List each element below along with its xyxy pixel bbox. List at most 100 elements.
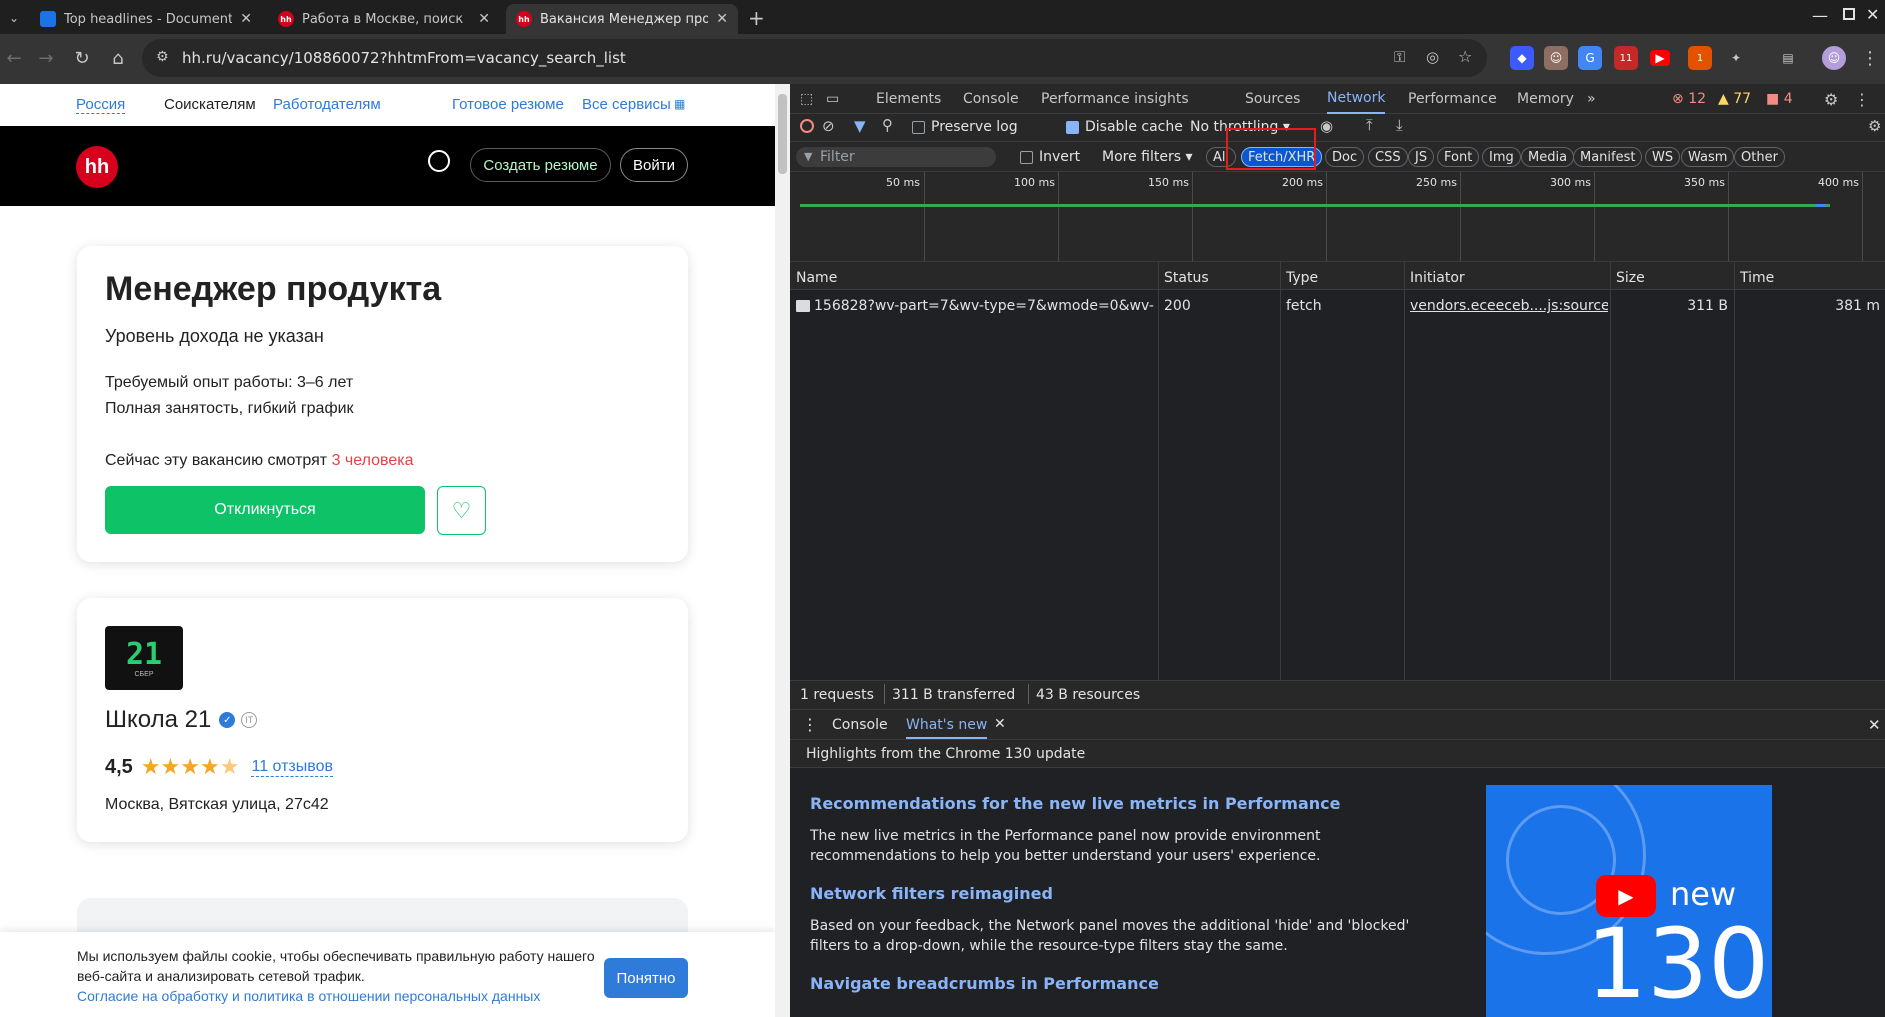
network-settings-icon[interactable]: ⚙ <box>1868 117 1881 135</box>
devtools-tab-elements[interactable]: Elements <box>876 84 941 114</box>
search-icon[interactable] <box>428 150 450 172</box>
devtools-tab-performance-insights[interactable]: Performance insights <box>1041 84 1189 114</box>
menu-dots-icon[interactable]: ⋮ <box>1858 46 1882 70</box>
all-services-link[interactable]: Все сервисы <box>582 96 671 113</box>
key-icon[interactable]: ⚿ <box>1394 48 1405 66</box>
devtools-tab-performance[interactable]: Performance <box>1408 84 1497 114</box>
maximize-icon[interactable] <box>1843 8 1855 20</box>
devtools-tab-console[interactable]: Console <box>963 84 1019 114</box>
type-filter-css[interactable]: CSS <box>1368 147 1408 167</box>
tab-2[interactable]: hh Работа в Москве, поиск ✕ <box>268 4 500 34</box>
minimize-icon[interactable]: — <box>1812 6 1828 25</box>
drawer-menu-icon[interactable]: ⋮ <box>802 715 818 734</box>
search-icon[interactable]: ⚲ <box>882 116 893 134</box>
puzzle-icon[interactable]: ✦ <box>1724 46 1748 70</box>
shield-extension-icon[interactable]: ◆ <box>1510 46 1534 70</box>
close-drawer-icon[interactable]: ✕ <box>1868 716 1881 734</box>
type-filter-js[interactable]: JS <box>1408 147 1435 167</box>
close-icon[interactable]: ✕ <box>240 11 252 27</box>
whats-new-item-title[interactable]: Recommendations for the new live metrics… <box>810 794 1340 813</box>
col-status[interactable]: Status <box>1164 270 1209 286</box>
type-filter-manifest[interactable]: Manifest <box>1573 147 1643 167</box>
company-name[interactable]: Школа 21 <box>105 706 211 734</box>
home-icon[interactable]: ⌂ <box>104 44 132 72</box>
site-settings-icon[interactable]: ⚙ <box>156 49 169 65</box>
col-name[interactable]: Name <box>796 270 837 286</box>
back-icon[interactable]: ← <box>0 44 28 72</box>
export-har-icon[interactable]: ⤓ <box>1396 116 1403 134</box>
close-tab-icon[interactable]: ✕ <box>994 716 1006 732</box>
apply-button[interactable]: Откликнуться <box>105 486 425 534</box>
col-initiator[interactable]: Initiator <box>1410 270 1465 286</box>
login-button[interactable]: Войти <box>620 148 688 182</box>
seekers-link[interactable]: Соискателям <box>164 96 256 113</box>
settings-gear-icon[interactable]: ⚙ <box>1824 84 1838 114</box>
devtools-tab-memory[interactable]: Memory <box>1517 84 1574 114</box>
cookie-accept-button[interactable]: Понятно <box>604 958 688 998</box>
col-type[interactable]: Type <box>1286 270 1318 286</box>
devtools-menu-icon[interactable]: ⋮ <box>1854 84 1870 114</box>
type-filter-doc[interactable]: Doc <box>1325 147 1365 167</box>
employers-link[interactable]: Работодателям <box>273 96 381 113</box>
mail-extension-icon[interactable]: 11 <box>1614 46 1638 70</box>
device-toolbar-icon[interactable]: ▭ <box>826 84 839 114</box>
devtools-tab-network[interactable]: Network <box>1327 84 1386 114</box>
record-stop-icon[interactable] <box>800 119 814 133</box>
reload-icon[interactable]: ↻ <box>68 44 96 72</box>
inspect-element-icon[interactable]: ⬚ <box>800 84 813 114</box>
type-filter-font[interactable]: Font <box>1437 147 1480 167</box>
type-filter-ws[interactable]: WS <box>1645 147 1681 167</box>
import-har-icon[interactable]: ⤒ <box>1366 116 1373 134</box>
ready-resume-link[interactable]: Готовое резюме <box>452 96 564 113</box>
filter-funnel-icon[interactable]: ▼ <box>854 117 866 135</box>
drawer-tab-whats-new[interactable]: What's new <box>906 717 988 739</box>
coin-extension-icon[interactable]: 1 <box>1688 46 1712 70</box>
extension-face-icon[interactable]: ☺ <box>1544 46 1568 70</box>
scroll-thumb[interactable] <box>778 94 787 174</box>
profile-avatar[interactable]: ☺ <box>1822 46 1846 70</box>
disable-cache-checkbox[interactable]: Disable cache <box>1066 119 1183 135</box>
more-tabs-icon[interactable]: » <box>1587 84 1596 114</box>
whats-new-item-title[interactable]: Navigate breadcrumbs in Performance <box>810 974 1159 993</box>
tab-search-icon[interactable]: ⌄ <box>4 8 24 28</box>
issues-count[interactable]: ■ 4 <box>1766 84 1793 114</box>
translate-icon[interactable]: G <box>1578 46 1602 70</box>
invert-checkbox[interactable]: Invert <box>1020 149 1080 165</box>
clear-icon[interactable]: ⊘ <box>822 117 835 135</box>
warning-count[interactable]: ▲ 77 <box>1718 84 1751 114</box>
reviews-link[interactable]: 11 отзывов <box>251 758 333 777</box>
close-window-icon[interactable]: ✕ <box>1866 5 1879 24</box>
hh-logo[interactable]: hh <box>76 146 118 188</box>
whats-new-item-title[interactable]: Network filters reimagined <box>810 884 1053 903</box>
close-icon[interactable]: ✕ <box>716 11 728 27</box>
devtools-tab-sources[interactable]: Sources <box>1245 84 1300 114</box>
network-conditions-icon[interactable]: ◉ <box>1320 117 1333 135</box>
preserve-log-checkbox[interactable]: Preserve log <box>912 119 1018 135</box>
tab-1[interactable]: Top headlines - Documenta ✕ <box>30 4 262 34</box>
page-scrollbar[interactable] <box>775 84 790 1017</box>
filter-input[interactable]: ▼ Filter <box>796 147 996 167</box>
type-filter-img[interactable]: Img <box>1482 147 1521 167</box>
create-resume-button[interactable]: Создать резюме <box>470 148 611 182</box>
error-count[interactable]: ⊗ 12 <box>1672 84 1706 114</box>
eye-off-icon[interactable]: ◎ <box>1426 48 1439 66</box>
type-filter-other[interactable]: Other <box>1734 147 1785 167</box>
col-size[interactable]: Size <box>1616 270 1645 286</box>
reading-list-icon[interactable]: ▤ <box>1776 46 1800 70</box>
chrome-130-promo-image[interactable]: ▶ new 130 <box>1486 785 1772 1017</box>
drawer-tab-console[interactable]: Console <box>832 717 888 733</box>
bookmark-star-icon[interactable]: ☆ <box>1458 47 1472 66</box>
address-bar[interactable]: ⚙ hh.ru/vacancy/108860072?hhtmFrom=vacan… <box>142 39 1487 77</box>
type-filter-wasm[interactable]: Wasm <box>1681 147 1735 167</box>
tab-3[interactable]: hh Вакансия Менеджер про ✕ <box>506 4 738 34</box>
cookie-policy-link[interactable]: Согласие на обработку и политика в отнош… <box>77 988 540 1004</box>
youtube-icon[interactable]: ▶ <box>1650 50 1670 66</box>
region-link[interactable]: Россия <box>76 96 126 114</box>
company-logo[interactable]: 21 СБЕР <box>105 626 183 690</box>
more-filters-dropdown[interactable]: More filters ▾ <box>1102 149 1193 165</box>
forward-icon[interactable]: → <box>32 44 60 72</box>
new-tab-button[interactable]: + <box>748 6 765 30</box>
close-icon[interactable]: ✕ <box>478 11 490 27</box>
request-name[interactable]: 156828?wv-part=7&wv-type=7&wmode=0&wv-..… <box>814 298 1154 314</box>
favorite-heart-icon[interactable]: ♡ <box>437 486 486 535</box>
